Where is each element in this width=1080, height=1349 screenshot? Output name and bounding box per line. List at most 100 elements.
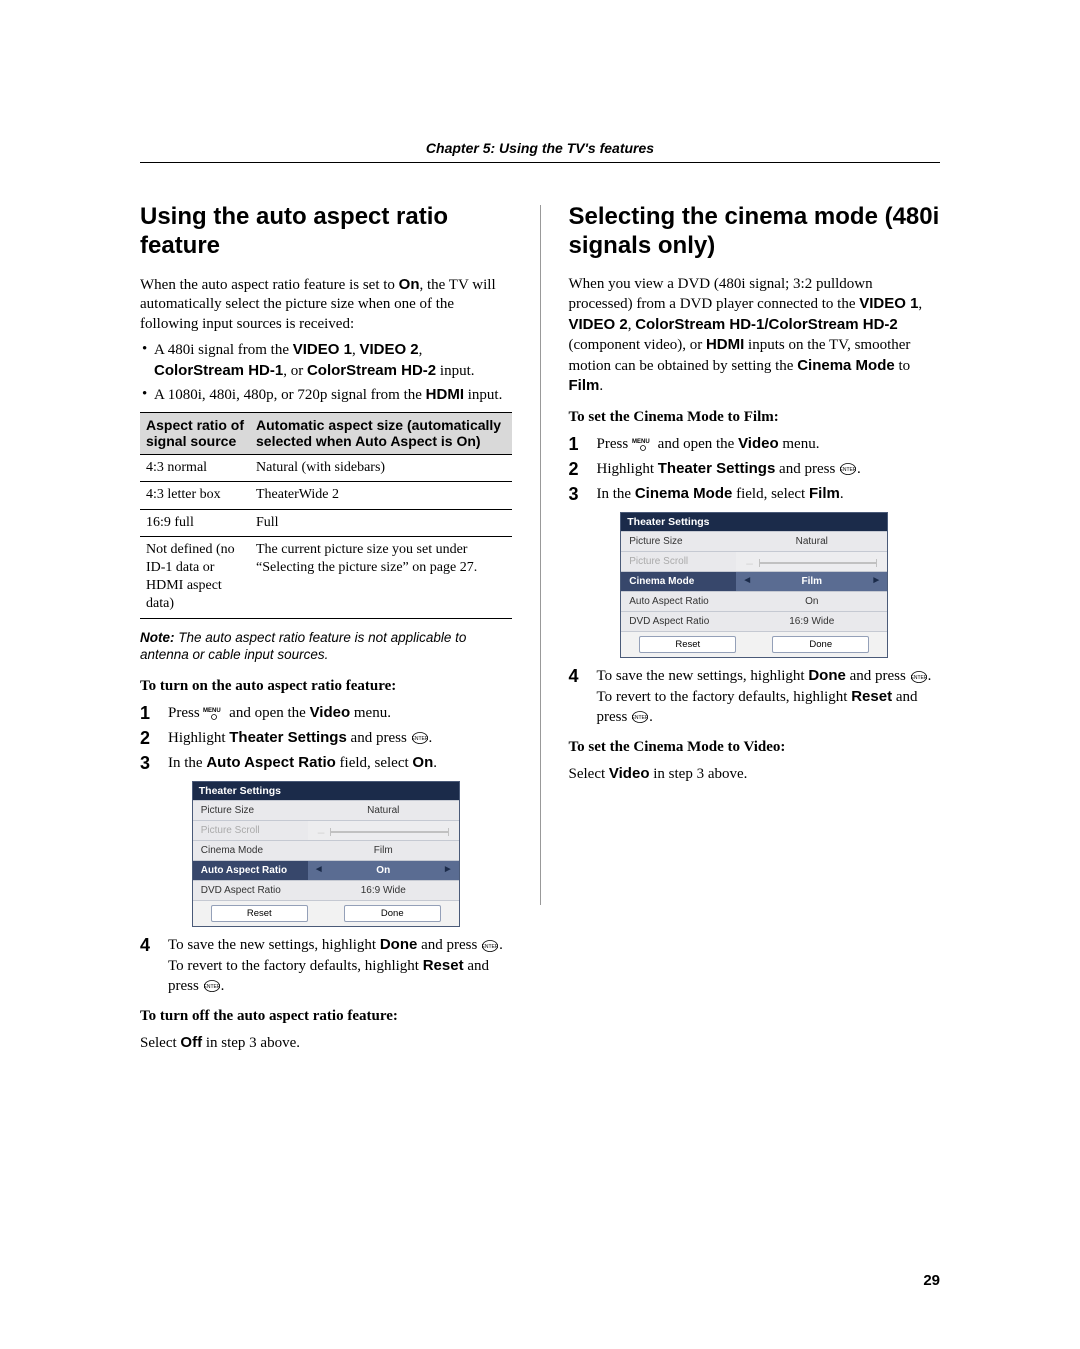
- theater-settings-osd: Theater Settings Picture SizeNatural Pic…: [620, 512, 888, 658]
- section-title-auto-aspect: Using the auto aspect ratio feature: [140, 203, 512, 261]
- theater-settings: Theater Settings: [658, 460, 776, 477]
- steps-save-right: 4 To save the new settings, highlight Do…: [569, 666, 941, 727]
- osd-row-dvd-aspect[interactable]: DVD Aspect Ratio16:9 Wide: [193, 880, 459, 900]
- hdmi: HDMI: [706, 336, 744, 353]
- svg-text:MENU: MENU: [632, 439, 650, 445]
- osd-label: Cinema Mode: [621, 572, 736, 591]
- cs-hd1: ColorStream HD-1: [154, 362, 283, 379]
- osd-label: Picture Scroll: [193, 821, 308, 840]
- step-4: 4 To save the new settings, highlight Do…: [569, 666, 941, 727]
- cell: Full: [250, 509, 512, 536]
- cinema-mode: Cinema Mode: [797, 357, 895, 374]
- table-row: 4:3 letter boxTheaterWide 2: [140, 482, 512, 509]
- done-label: Done: [380, 936, 418, 953]
- cinema-intro: When you view a DVD (480i signal; 3:2 pu…: [569, 275, 941, 397]
- table-header-1: Aspect ratio of signal source: [140, 412, 250, 455]
- text: , or: [283, 363, 307, 379]
- input-bullet-1: A 480i signal from the VIDEO 1, VIDEO 2,…: [140, 340, 512, 381]
- video1: VIDEO 1: [859, 295, 918, 312]
- step-number: 1: [140, 701, 150, 725]
- reset-label: Reset: [851, 688, 892, 705]
- video-menu: Video: [738, 435, 779, 452]
- page-number: 29: [923, 1272, 940, 1289]
- text: Press: [168, 705, 203, 721]
- osd-label: Cinema Mode: [193, 841, 308, 860]
- theater-settings: Theater Settings: [229, 729, 347, 746]
- svg-text:ENTER: ENTER: [911, 675, 927, 681]
- osd-value: Film: [308, 841, 459, 860]
- text: When you view a DVD (480i signal; 3:2 pu…: [569, 276, 873, 313]
- right-arrow-icon[interactable]: ►: [443, 864, 453, 875]
- step-4: 4 To save the new settings, highlight Do…: [140, 935, 512, 996]
- step-number: 2: [569, 457, 579, 481]
- text: in step 3 above.: [649, 766, 747, 782]
- osd-row-auto-aspect[interactable]: Auto Aspect Ratio◄On►: [193, 860, 459, 880]
- text: Highlight: [597, 461, 658, 477]
- text: in step 3 above.: [202, 1035, 300, 1051]
- enter-icon: ENTER: [911, 671, 927, 683]
- osd-value-text: On: [376, 865, 390, 876]
- aspect-ratio-table: Aspect ratio of signal source Automatic …: [140, 412, 512, 619]
- theater-settings-osd: Theater Settings Picture SizeNatural Pic…: [192, 781, 460, 927]
- osd-row-auto-aspect[interactable]: Auto Aspect RatioOn: [621, 591, 887, 611]
- table-row: 4:3 normalNatural (with sidebars): [140, 455, 512, 482]
- osd-row-cinema-mode[interactable]: Cinema Mode◄Film►: [621, 571, 887, 591]
- text: menu.: [779, 436, 820, 452]
- osd-row-cinema-mode[interactable]: Cinema ModeFilm: [193, 840, 459, 860]
- enter-icon: ENTER: [840, 463, 856, 475]
- text: .: [599, 378, 603, 394]
- reset-button[interactable]: Reset: [639, 636, 736, 653]
- osd-value: ◄ On ►: [308, 861, 459, 880]
- svg-text:ENTER: ENTER: [482, 944, 498, 950]
- step-3: 3 In the Cinema Mode field, select Film.: [569, 484, 941, 504]
- video2: VIDEO 2: [359, 341, 418, 358]
- osd-value: ◄Film►: [736, 572, 887, 591]
- osd-row-picture-scroll: Picture Scroll–: [621, 551, 887, 571]
- left-arrow-icon[interactable]: ◄: [314, 864, 324, 875]
- text: and press: [846, 668, 910, 684]
- cell: Not defined (no ID-1 data or HDMI aspect…: [140, 536, 250, 618]
- osd-title: Theater Settings: [193, 782, 459, 800]
- done-button[interactable]: Done: [344, 905, 441, 922]
- right-arrow-icon[interactable]: ►: [871, 575, 881, 586]
- reset-button[interactable]: Reset: [211, 905, 308, 922]
- step-number: 4: [140, 933, 150, 957]
- osd-label: DVD Aspect Ratio: [621, 612, 736, 631]
- step-number: 2: [140, 726, 150, 750]
- step-1: 1 Press MENU and open the Video menu.: [140, 703, 512, 723]
- note: Note: The auto aspect ratio feature is n…: [140, 629, 512, 664]
- osd-row-dvd-aspect[interactable]: DVD Aspect Ratio16:9 Wide: [621, 611, 887, 631]
- text: A 480i signal from the: [154, 342, 293, 358]
- osd-label: Picture Size: [621, 532, 736, 551]
- text: .: [857, 461, 861, 477]
- chapter-header: Chapter 5: Using the TV's features: [140, 140, 940, 163]
- osd-row-picture-size[interactable]: Picture SizeNatural: [193, 800, 459, 820]
- input-list: A 480i signal from the VIDEO 1, VIDEO 2,…: [140, 340, 512, 406]
- osd-label: Auto Aspect Ratio: [621, 592, 736, 611]
- video-value: Video: [609, 765, 650, 782]
- enter-icon: ENTER: [204, 980, 220, 992]
- cell: 16:9 full: [140, 509, 250, 536]
- cell: The current picture size you set under “…: [250, 536, 512, 618]
- cinema-mode-field: Cinema Mode: [635, 485, 733, 502]
- text: input.: [464, 387, 502, 403]
- table-row: 16:9 fullFull: [140, 509, 512, 536]
- left-arrow-icon[interactable]: ◄: [742, 575, 752, 586]
- cell: TheaterWide 2: [250, 482, 512, 509]
- osd-label: Picture Scroll: [621, 552, 736, 571]
- osd-value: 16:9 Wide: [736, 612, 887, 631]
- osd-row-picture-size[interactable]: Picture SizeNatural: [621, 531, 887, 551]
- text: and open the: [225, 705, 309, 721]
- osd-label: Picture Size: [193, 801, 308, 820]
- column-divider: [540, 205, 541, 905]
- step-2: 2 Highlight Theater Settings and press E…: [569, 459, 941, 479]
- text: menu.: [350, 705, 391, 721]
- step-number: 4: [569, 664, 579, 688]
- text: and open the: [654, 436, 738, 452]
- text: (component video), or: [569, 337, 706, 353]
- right-column: Selecting the cinema mode (480i signals …: [569, 203, 941, 1058]
- enter-icon: ENTER: [632, 711, 648, 723]
- done-button[interactable]: Done: [772, 636, 869, 653]
- menu-icon: MENU: [203, 706, 225, 720]
- video2: VIDEO 2: [569, 316, 628, 333]
